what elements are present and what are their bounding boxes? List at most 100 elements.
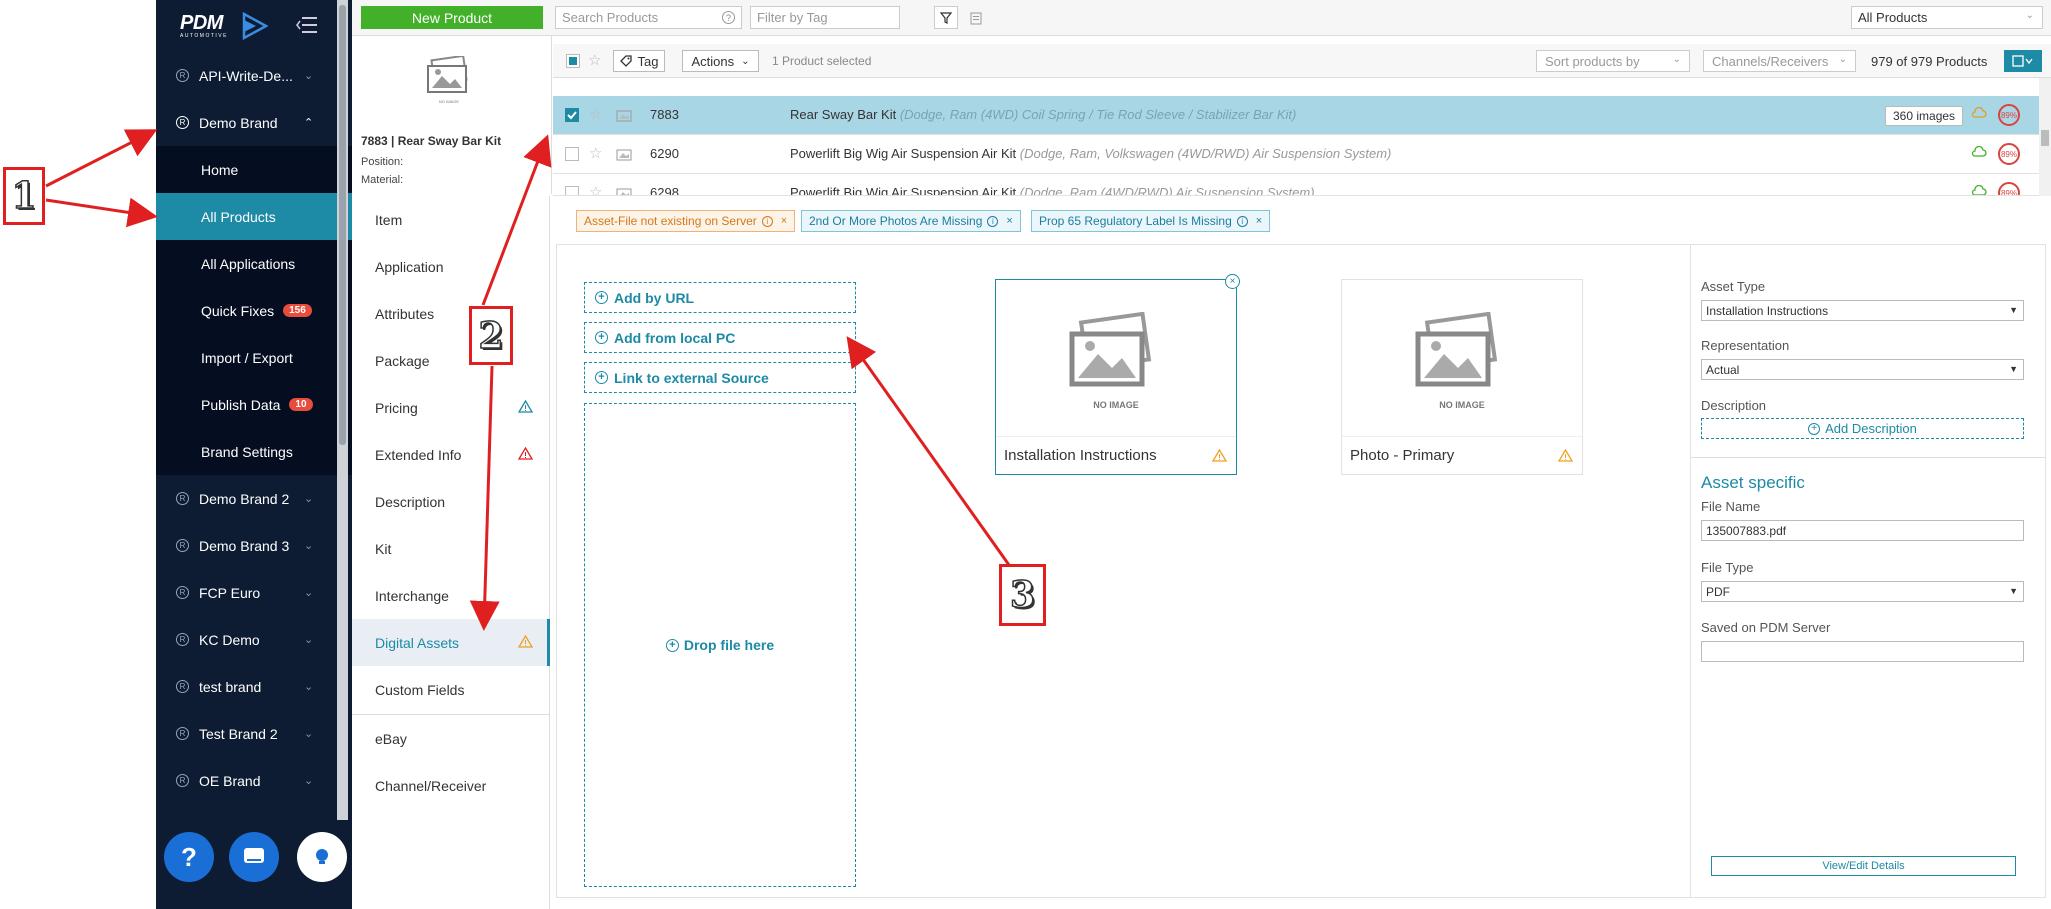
tab-kit[interactable]: Kit [352,525,550,572]
star-icon[interactable]: ☆ [589,144,602,162]
close-icon[interactable]: × [781,215,787,227]
chevron-down-icon[interactable]: ⌄ [304,680,313,693]
tab-pricing[interactable]: Pricing [352,384,550,431]
tag-button[interactable]: Tag [613,50,665,72]
tab-attributes[interactable]: Attributes [352,290,550,337]
info-icon[interactable]: i [987,215,999,227]
table-row[interactable]: ☆ 7883 Rear Sway Bar Kit (Dodge, Ram (4WD)… [553,96,2039,135]
image-count-badge: 360 images [1885,106,1964,126]
chevron-down-icon[interactable]: ⌄ [304,633,313,646]
star-icon[interactable]: ☆ [588,51,601,69]
new-product-button[interactable]: New Product [361,6,543,29]
close-icon[interactable]: × [1256,215,1262,227]
help-circle-icon[interactable]: ? [722,11,735,24]
sidebar-item-demo-brand-2[interactable]: R Demo Brand 2 ⌄ [156,475,352,522]
tab-interchange[interactable]: Interchange [352,572,550,619]
product-thumbnail [427,56,468,93]
info-icon[interactable]: i [761,215,773,227]
sidebar-item-all-applications[interactable]: All Applications [156,240,352,287]
sidebar-item-test-brand[interactable]: Rtest brand ⌄ [156,663,352,710]
add-description-button[interactable]: + Add Description [1701,418,2024,439]
sidebar-item-import-export[interactable]: Import / Export [156,334,352,381]
asset-card[interactable]: NO IMAGE Installation Instructions × [995,274,1240,475]
row-checkbox[interactable] [565,147,579,161]
sort-dropdown[interactable]: Sort products by ⌄ [1536,50,1690,72]
scroll-thumb[interactable] [2041,130,2049,146]
view-edit-details-button[interactable]: View/Edit Details [1711,856,2016,876]
chevron-up-icon[interactable]: ⌃ [304,116,313,129]
search-input[interactable]: Search Products ? [555,6,742,29]
tab-package[interactable]: Package [352,337,550,384]
sidebar-scrollbar[interactable] [337,0,348,820]
sidebar: PDM AUTOMOTIVE R API-Write-De... ⌄ R Demo Br… [156,0,352,909]
row-checkbox[interactable] [565,108,579,122]
sidebar-item-test-brand-2[interactable]: R Test Brand 2 ⌄ [156,710,352,757]
representation-select[interactable]: Actual ▼ [1701,359,2024,380]
warning-chip[interactable]: Asset-File not existing on Server i × [576,210,796,232]
tab-extended-info[interactable]: Extended Info [352,431,550,478]
sidebar-item-home[interactable]: Home [156,146,352,193]
file-name-input[interactable]: 135007883.pdf [1701,520,2024,541]
asset-type-select[interactable]: Installation Instructions ▼ [1701,300,2024,321]
sidebar-item-oe-brand[interactable]: R OE Brand ⌄ [156,757,352,804]
row-checkbox[interactable] [565,186,579,195]
add-local-button[interactable]: + Add from local PC [584,322,856,353]
sidebar-item-fcp-euro[interactable]: R FCP Euro ⌄ [156,569,352,616]
asset-card[interactable]: NO IMAGE Photo - Primary [1341,279,1583,475]
sidebar-item-kc-demo[interactable]: R KC Demo ⌄ [156,616,352,663]
sidebar-item-demo-brand[interactable]: R Demo Brand ⌃ [156,99,352,146]
close-icon[interactable]: × [1006,215,1012,227]
tag-filter-input[interactable]: Filter by Tag [750,6,900,29]
saved-filter-button[interactable] [964,6,988,29]
question-icon: ? [181,841,197,872]
tab-custom-fields[interactable]: Custom Fields [352,666,550,713]
chevron-down-icon[interactable]: ⌄ [304,774,313,787]
saved-on-server-field[interactable] [1701,641,2024,662]
chat-button[interactable] [229,832,279,882]
info-icon[interactable]: i [1236,215,1248,227]
tab-channel-receiver[interactable]: Channel/Receiver [352,762,550,809]
sidebar-item-quick-fixes[interactable]: Quick Fixes 156 [156,287,352,334]
registered-icon: R [176,633,189,646]
tips-button[interactable] [297,832,347,882]
asset-specific-heading: Asset specific [1701,473,1805,492]
tab-description[interactable]: Description [352,478,550,525]
tab-ebay[interactable]: eBay [352,715,550,762]
actions-dropdown[interactable]: Actions ⌄ [682,50,759,72]
sidebar-item-publish-data[interactable]: Publish Data 10 [156,381,352,428]
pdm-logo[interactable]: PDM AUTOMOTIVE [180,13,228,39]
list-scrollbar[interactable] [2039,78,2051,196]
star-icon[interactable]: ☆ [589,183,602,195]
remove-asset-icon[interactable]: × [1225,274,1240,289]
tab-application[interactable]: Application [352,243,550,290]
sidebar-item-all-products[interactable]: All Products [156,193,352,240]
sidebar-item-api-write-de[interactable]: R API-Write-De... ⌄ [156,52,352,99]
add-by-url-button[interactable]: + Add by URL [584,282,856,313]
star-icon[interactable]: ☆ [589,105,602,123]
view-toggle-button[interactable] [2004,50,2042,72]
chevron-down-icon[interactable]: ⌄ [304,586,313,599]
file-type-select[interactable]: PDF ▼ [1701,581,2024,602]
tab-digital-assets[interactable]: Digital Assets [352,619,550,666]
chevron-down-icon[interactable]: ⌄ [304,69,313,82]
chevron-down-icon[interactable]: ⌄ [304,539,313,552]
description-label: Description [1701,398,1767,413]
table-row[interactable]: ☆ 6290 Powerlift Big Wig Air Suspension Ai… [553,135,2039,174]
sidebar-item-demo-brand-3[interactable]: R Demo Brand 3 ⌄ [156,522,352,569]
chevron-down-icon[interactable]: ⌄ [304,727,313,740]
sidebar-item-brand-settings[interactable]: Brand Settings [156,428,352,475]
help-button[interactable]: ? [164,832,214,882]
warning-chip[interactable]: 2nd Or More Photos Are Missing i × [801,210,1021,232]
filter-button[interactable] [934,6,958,29]
chevron-down-icon[interactable]: ⌄ [304,492,313,505]
scroll-thumb[interactable] [339,5,346,445]
channels-dropdown[interactable]: Channels/Receivers ⌄ [1703,50,1856,72]
select-all-checkbox[interactable] [566,54,580,68]
warning-chip[interactable]: Prop 65 Regulatory Label Is Missing i × [1031,210,1271,232]
tab-item[interactable]: Item [352,196,550,243]
file-dropzone[interactable]: + Drop file here [584,403,856,887]
link-external-button[interactable]: + Link to external Source [584,362,856,393]
menu-collapse-icon[interactable] [296,16,318,34]
scope-select[interactable]: All Products ⌄ [1851,6,2043,29]
table-row[interactable]: ☆ 6298 Powerlift Big Wig Air Suspension Ai… [553,174,2039,196]
